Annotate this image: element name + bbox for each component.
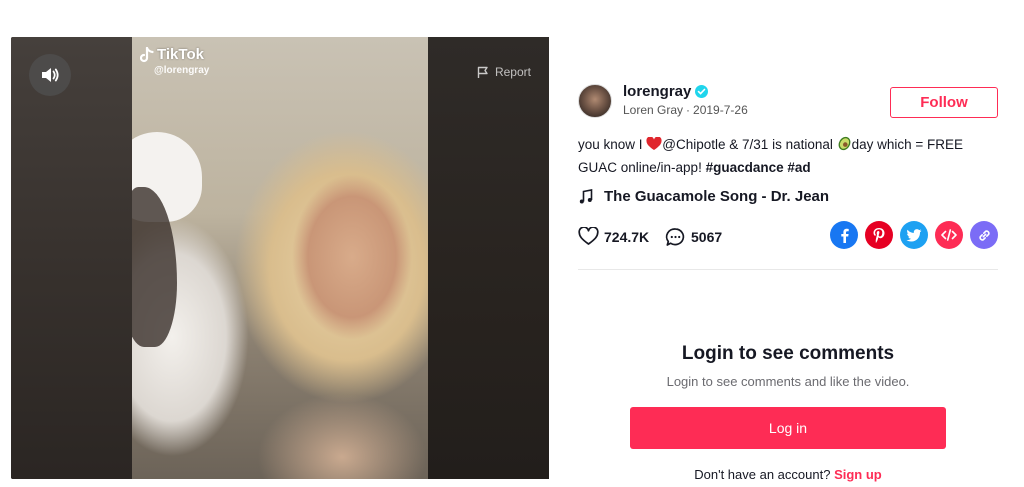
- tiktok-watermark: TikTok @lorengray: [140, 46, 209, 76]
- verified-badge-icon: [695, 85, 709, 98]
- comment-count: 5067: [691, 229, 723, 245]
- video-blur-right: [428, 37, 549, 479]
- video-player[interactable]: TikTok @lorengray Report: [11, 37, 549, 479]
- share-embed-button[interactable]: [935, 221, 963, 249]
- engagement-bar: 724.7K 5067: [578, 221, 998, 255]
- music-link[interactable]: The Guacamole Song - Dr. Jean: [578, 188, 998, 205]
- follow-button[interactable]: Follow: [890, 87, 998, 118]
- share-copy-link-button[interactable]: [970, 221, 998, 249]
- red-heart-icon: [646, 136, 662, 157]
- section-divider: [578, 269, 998, 270]
- video-detail-page: TikTok @lorengray Report lorengray Loren…: [0, 0, 1024, 487]
- heart-icon: [578, 227, 599, 245]
- author-display-name: Loren Gray: [623, 103, 684, 117]
- post-date: 2019-7-26: [693, 103, 748, 117]
- share-twitter-button[interactable]: [900, 221, 928, 249]
- signup-line: Don't have an account? Sign up: [578, 467, 998, 482]
- embed-icon: [941, 229, 957, 241]
- link-icon: [978, 229, 990, 241]
- comments-login-prompt: Login to see comments Login to see comme…: [578, 343, 998, 482]
- report-label: Report: [494, 65, 531, 79]
- comment-stat[interactable]: 5067: [665, 227, 722, 247]
- music-title: The Guacamole Song - Dr. Jean: [604, 188, 830, 205]
- watermark-handle: @lorengray: [154, 65, 210, 76]
- share-buttons: [830, 221, 998, 249]
- flag-icon: [477, 66, 488, 78]
- login-subtitle: Login to see comments and like the video…: [666, 374, 910, 389]
- hashtag-ad[interactable]: #ad: [787, 160, 810, 175]
- subline-separator: ·: [686, 103, 691, 117]
- video-frame[interactable]: [132, 37, 428, 479]
- pinterest-icon: [873, 227, 885, 243]
- like-stat[interactable]: 724.7K: [578, 227, 649, 246]
- like-count: 724.7K: [604, 228, 650, 245]
- signup-link[interactable]: Sign up: [834, 467, 882, 482]
- twitter-icon: [906, 228, 922, 241]
- share-facebook-button[interactable]: [830, 221, 858, 249]
- avatar[interactable]: [578, 84, 612, 118]
- facebook-icon: [841, 228, 849, 243]
- share-pinterest-button[interactable]: [865, 221, 893, 249]
- login-button[interactable]: Log in: [630, 407, 946, 449]
- hashtag-guacdance[interactable]: #guacdance: [706, 160, 784, 175]
- description-text-2: @Chipotle & 7/31 is national: [662, 137, 837, 152]
- video-info-panel: lorengray Loren Gray · 2019-7-26 Follow yo…: [578, 82, 998, 270]
- author-username[interactable]: lorengray: [623, 83, 709, 100]
- description-text-1: you know I: [578, 137, 647, 152]
- login-title: Login to see comments: [681, 343, 895, 364]
- report-button[interactable]: Report: [477, 65, 531, 79]
- speaker-icon: [42, 68, 59, 82]
- video-description: you know I @Chipotle & 7/31 is national …: [578, 134, 978, 178]
- sound-toggle-button[interactable]: [29, 54, 71, 96]
- music-note-icon: [579, 188, 593, 203]
- tiktok-brand-text: TikTok: [157, 46, 204, 63]
- video-blur-left: [11, 37, 132, 479]
- avocado-icon: [837, 135, 852, 157]
- author-row: lorengray Loren Gray · 2019-7-26 Follow: [578, 82, 998, 122]
- author-username-text: lorengray: [623, 83, 692, 100]
- signup-prompt: Don't have an account?: [694, 467, 831, 482]
- tiktok-logo-icon: [140, 46, 154, 62]
- author-subline: Loren Gray · 2019-7-26: [623, 103, 748, 117]
- comment-icon: [665, 228, 685, 246]
